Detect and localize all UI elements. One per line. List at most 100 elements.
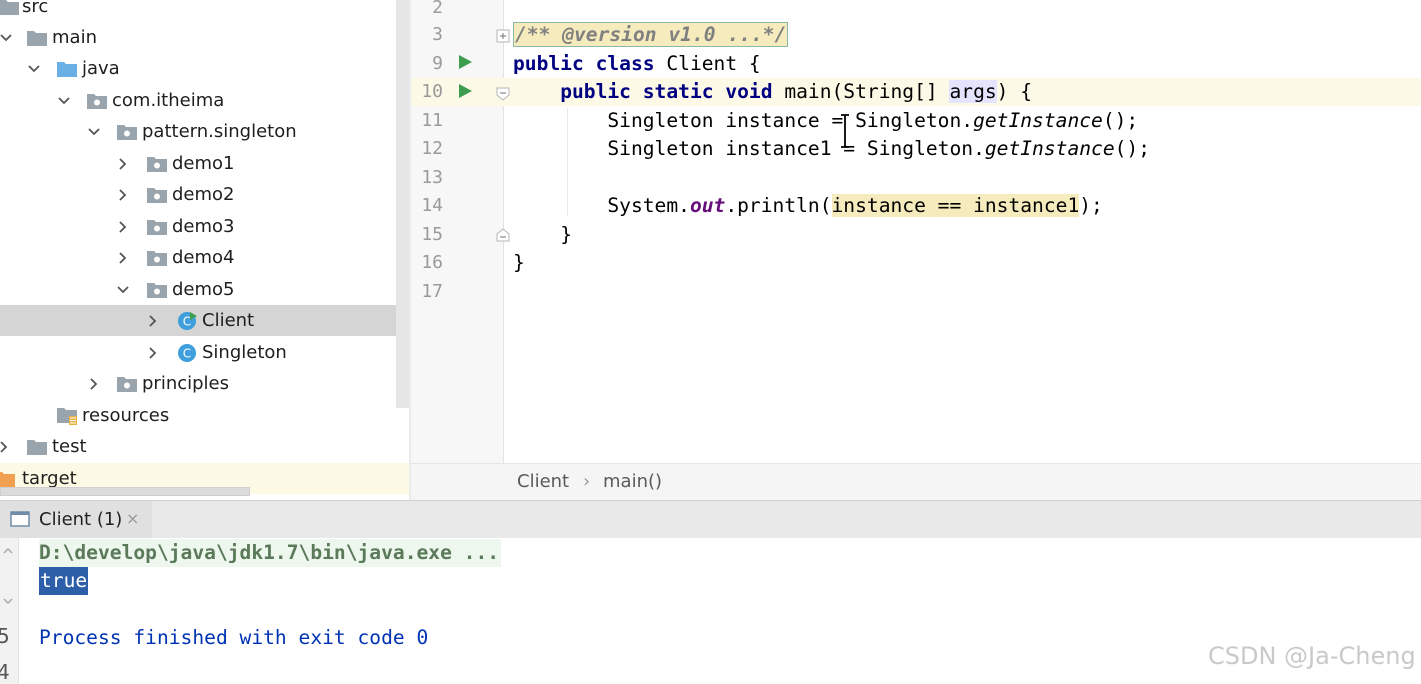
- line-number: 12: [421, 138, 443, 159]
- tree-item-demo2[interactable]: demo2: [0, 179, 409, 210]
- code-line-14[interactable]: System.out.println(instance == instance1…: [513, 192, 1103, 221]
- code-line-10[interactable]: public static void main(String[] args) {: [513, 78, 1032, 107]
- tree-item-label: Singleton: [202, 342, 287, 363]
- tree-item-label: principles: [142, 373, 230, 394]
- collapse-fold-icon[interactable]: [496, 86, 510, 101]
- tree-item-label: demo4: [172, 247, 235, 268]
- tree-item-label: demo3: [172, 216, 235, 237]
- tree-item-label: pattern.singleton: [142, 121, 297, 142]
- folder-icon: [26, 437, 48, 457]
- code-text: Singleton instance = Singleton.: [607, 109, 974, 132]
- tree-item-label: resources: [82, 405, 170, 426]
- tree-item-demo1[interactable]: demo1: [0, 148, 409, 179]
- close-icon[interactable]: ×: [126, 509, 139, 528]
- tree-item-client[interactable]: C Client: [0, 305, 409, 336]
- code-line-15[interactable]: }: [513, 221, 572, 250]
- tree-item-com-itheima[interactable]: com.itheima: [0, 85, 409, 116]
- line-number: 14: [421, 195, 443, 216]
- tree-item-main[interactable]: main: [0, 22, 409, 53]
- run-tab[interactable]: Client (1) ×: [0, 501, 152, 538]
- watermark: CSDN @Ja-Cheng: [1208, 642, 1416, 670]
- line-number: 13: [421, 167, 443, 188]
- line-number: 3: [432, 24, 443, 45]
- chevron-right-icon[interactable]: [143, 311, 163, 331]
- run-arrow-icon[interactable]: [457, 83, 473, 99]
- tree-item-pattern-singleton[interactable]: pattern.singleton: [0, 116, 409, 147]
- code-line-16[interactable]: }: [513, 249, 525, 278]
- code-line-9[interactable]: public class Client {: [513, 50, 761, 79]
- chevron-right-icon[interactable]: [113, 217, 133, 237]
- line-number: 2: [432, 0, 443, 18]
- svg-text:C: C: [183, 314, 191, 328]
- tree-item-src[interactable]: src: [0, 0, 409, 22]
- tree-horizontal-scrollbar[interactable]: [0, 487, 250, 496]
- chevron-right-icon[interactable]: [143, 343, 163, 363]
- chevron-right-icon[interactable]: [84, 374, 104, 394]
- tree-item-test[interactable]: test: [0, 431, 409, 462]
- chevron-down-icon[interactable]: [113, 280, 133, 300]
- breadcrumb-method[interactable]: main(): [603, 471, 662, 492]
- tree-item-java[interactable]: java: [0, 53, 409, 84]
- tree-item-demo4[interactable]: demo4: [0, 242, 409, 273]
- chevron-down-icon[interactable]: [0, 28, 16, 48]
- chevron-down-icon[interactable]: [84, 122, 104, 142]
- tree-item-label: Client: [202, 310, 255, 331]
- code-text: }: [560, 223, 572, 246]
- chevron-down-icon[interactable]: [2, 592, 14, 611]
- code-text: System.: [607, 194, 690, 217]
- folded-comment[interactable]: /** @version v1.0 ...*/: [513, 22, 789, 47]
- chevron-right-icon[interactable]: [0, 437, 14, 457]
- breadcrumb-class[interactable]: Client: [517, 471, 569, 492]
- tree-item-principles[interactable]: principles: [0, 368, 409, 399]
- tree-item-label: target: [22, 468, 77, 489]
- expand-fold-icon[interactable]: [496, 28, 510, 43]
- console-output-true[interactable]: true: [39, 567, 89, 595]
- keyword: class: [595, 52, 655, 75]
- resources-folder-icon: [56, 406, 78, 426]
- tree-item-demo3[interactable]: demo3: [0, 211, 409, 242]
- run-arrow-icon[interactable]: [457, 54, 473, 70]
- strip-digit: 4: [0, 660, 10, 684]
- strip-digit: 5: [0, 624, 10, 648]
- source-folder-icon: [56, 59, 78, 79]
- tree-item-resources[interactable]: resources: [0, 400, 409, 431]
- chevron-right-icon[interactable]: [113, 248, 133, 268]
- console-command-line[interactable]: D:\develop\java\jdk1.7\bin\java.exe ...: [39, 539, 502, 567]
- code-text: );: [1079, 194, 1103, 217]
- chevron-down-icon[interactable]: [24, 59, 44, 79]
- tree-item-singleton[interactable]: C Singleton: [0, 337, 409, 368]
- package-icon: [146, 154, 168, 174]
- code-text: main(String[]: [772, 80, 950, 103]
- run-panel-header: Client (1) ×: [0, 500, 1421, 538]
- code-text: Singleton instance1 = Singleton.: [607, 137, 985, 160]
- chevron-right-icon[interactable]: [113, 185, 133, 205]
- code-line-11[interactable]: Singleton instance = Singleton.getInstan…: [513, 107, 1138, 136]
- keyword: void: [725, 80, 773, 103]
- code-line-12[interactable]: Singleton instance1 = Singleton.getInsta…: [513, 135, 1150, 164]
- folder-icon: [26, 28, 48, 48]
- keyword: public: [513, 52, 584, 75]
- tree-vertical-scrollbar[interactable]: [396, 0, 409, 408]
- line-number: 16: [421, 252, 443, 273]
- chevron-down-icon[interactable]: [54, 91, 74, 111]
- project-tree: src main java com.itheima pattern.single…: [0, 0, 409, 500]
- breadcrumb-separator: ›: [583, 471, 591, 492]
- fold-end-icon[interactable]: [496, 227, 510, 242]
- line-number: 17: [421, 281, 443, 302]
- line-number: 9: [432, 53, 443, 74]
- package-icon: [146, 248, 168, 268]
- console-icon: [10, 511, 30, 531]
- class-icon: C: [176, 343, 198, 363]
- package-icon: [146, 217, 168, 237]
- tree-item-label: demo2: [172, 184, 235, 205]
- chevron-right-icon[interactable]: [113, 154, 133, 174]
- package-icon: [86, 91, 108, 111]
- excluded-folder-icon: [0, 469, 16, 489]
- keyword: static: [642, 80, 714, 103]
- chevron-up-icon[interactable]: [2, 542, 14, 561]
- tree-item-demo5[interactable]: demo5: [0, 274, 409, 305]
- console-toolbar-strip: 5 4: [0, 538, 19, 684]
- package-icon: [146, 185, 168, 205]
- console-process-finished[interactable]: Process finished with exit code 0: [39, 624, 428, 652]
- code-line-3[interactable]: /** @version v1.0 ...*/: [513, 21, 789, 50]
